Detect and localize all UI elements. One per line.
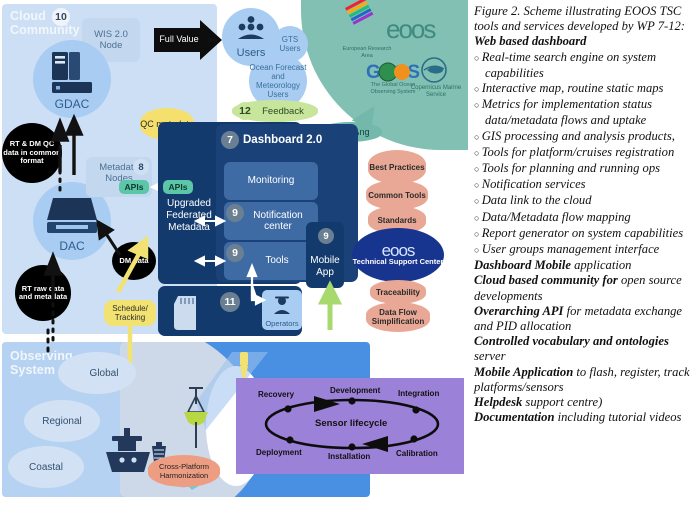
- caption-intro: Figure 2. Scheme illustrating EOOS TSC t…: [474, 4, 686, 34]
- badge-dashboard: 7: [221, 131, 239, 149]
- label-european-research-area: European Research Area: [342, 46, 392, 59]
- caption-bullet: Data/Metadata flow mapping: [474, 210, 692, 226]
- label-lifecycle-development: Development: [330, 386, 381, 395]
- caption-item-bold: Controlled vocabulary and ontologies: [474, 334, 669, 349]
- badge-feedback: 12: [236, 102, 254, 120]
- caption-item-rest: including tutorial videos: [554, 410, 682, 425]
- caption-item-bold: Dashboard Mobile: [474, 258, 571, 273]
- caption-item-bold: Cloud based community for: [474, 273, 618, 288]
- caption-bullet: Tools for planning and running ops: [474, 161, 692, 177]
- caption-item-bold: Documentation: [474, 410, 555, 425]
- caption-item: Documentation including tutorial videos: [474, 410, 692, 425]
- caption-item: Controlled vocabulary and ontologies ser…: [474, 334, 692, 364]
- label-lifecycle-deployment: Deployment: [256, 448, 302, 457]
- caption-item: Helpdesk support centre): [474, 395, 692, 410]
- pill-cross-platform-harmonization: Cross-Platform Harmonization: [148, 455, 220, 487]
- label-apis-dashboard: APIs: [163, 180, 193, 194]
- caption-bullet-list: Real-time search engine on system capabi…: [474, 50, 692, 259]
- label-lifecycle-installation: Installation: [328, 452, 371, 461]
- blob-rt-raw-data: RT raw data and metadata: [15, 265, 71, 321]
- label-upgraded-federated-metadata: Upgraded Federated Metadata: [166, 198, 212, 233]
- ellipse-coastal: Coastal: [8, 446, 84, 488]
- caption-item-list: Dashboard Mobile application Cloud based …: [474, 258, 692, 425]
- caption-item-rest: application: [570, 258, 632, 273]
- label-lifecycle-recovery: Recovery: [258, 390, 295, 399]
- ellipse-global: Global: [58, 352, 136, 394]
- caption-item-rest: server: [474, 349, 506, 364]
- badge-mobile-app: 9: [318, 228, 334, 244]
- label-apis-metadata: APIs: [119, 180, 149, 194]
- circle-gdac: GDAC: [33, 40, 111, 118]
- badge-notification-center: 9: [226, 204, 244, 222]
- caption-item: Mobile Application to flash, register, t…: [474, 365, 692, 395]
- caption-bullet: Notification services: [474, 177, 692, 193]
- badge-tools: 9: [226, 244, 244, 262]
- caption-item-bold: Overarching API: [474, 303, 564, 318]
- logo-eoos-outline: eoos: [386, 14, 436, 44]
- box-monitoring: Monitoring: [224, 162, 318, 200]
- label-lifecycle-integration: Integration: [398, 389, 440, 398]
- caption-bullet: Tools for platform/cruises registration: [474, 145, 692, 161]
- diagram-canvas: Cloud Community 10 Observing System WIS …: [0, 0, 468, 523]
- pill-schedule-tracking: Schedule/ Tracking: [104, 300, 156, 326]
- label-copernicus: Copernicus Marine Service: [410, 85, 462, 98]
- caption-item-rest: support centre): [522, 395, 603, 410]
- ellipse-regional: Regional: [24, 400, 100, 442]
- pill-best-practices: Best Practices: [368, 150, 426, 184]
- label-full-value: Full Value: [159, 34, 199, 44]
- tsc-label: Technical Support Center: [352, 257, 444, 267]
- logo-technical-support-center: eoos Technical Support Center: [352, 228, 444, 282]
- figure-caption: Figure 2. Scheme illustrating EOOS TSC t…: [474, 4, 692, 520]
- badge-cloud-community: 10: [52, 8, 70, 26]
- blob-rt-dm-qc-data: RT & DM QC data in common format: [2, 123, 62, 183]
- caption-item: Dashboard Mobile application: [474, 258, 692, 273]
- badge-metadata-nodes: 8: [133, 159, 149, 175]
- title-dashboard: Dashboard 2.0: [243, 134, 323, 146]
- figure-root: Cloud Community 10 Observing System WIS …: [0, 0, 696, 523]
- pill-data-flow-simplification: Data Flow Simplification: [366, 302, 430, 332]
- pill-traceability: Traceability: [370, 280, 426, 304]
- caption-item-bold: Helpdesk: [474, 395, 523, 410]
- logo-goos: GOOS: [366, 62, 420, 83]
- caption-bullet: User groups management interface: [474, 242, 692, 258]
- caption-heading-dashboard: Web based dashboard: [474, 34, 587, 49]
- tsc-eoos-wordmark: eoos: [381, 241, 416, 261]
- caption-bullet: GIS processing and analysis products,: [474, 129, 692, 145]
- badge-dashboard-bottom: 11: [220, 292, 240, 312]
- label-lifecycle-calibration: Calibration: [396, 449, 438, 458]
- caption-bullet: Real-time search engine on system capabi…: [474, 50, 692, 81]
- caption-bullet: Report generator on system capabilities: [474, 226, 692, 242]
- caption-item-bold: Mobile Application: [474, 364, 574, 379]
- caption-bullet: Interactive map, routine static maps: [474, 81, 692, 97]
- caption-item: Cloud based community for open source de…: [474, 273, 692, 303]
- caption-item: Overarching API for metadata exchange an…: [474, 304, 692, 334]
- title-sensor-lifecycle: Sensor lifecycle: [315, 418, 388, 429]
- blob-dm-data: DM data: [112, 242, 156, 280]
- caption-bullet: Data link to the cloud: [474, 193, 692, 209]
- caption-bullet: Metrics for implementation status data/m…: [474, 97, 692, 128]
- box-operators: Operators: [262, 290, 302, 330]
